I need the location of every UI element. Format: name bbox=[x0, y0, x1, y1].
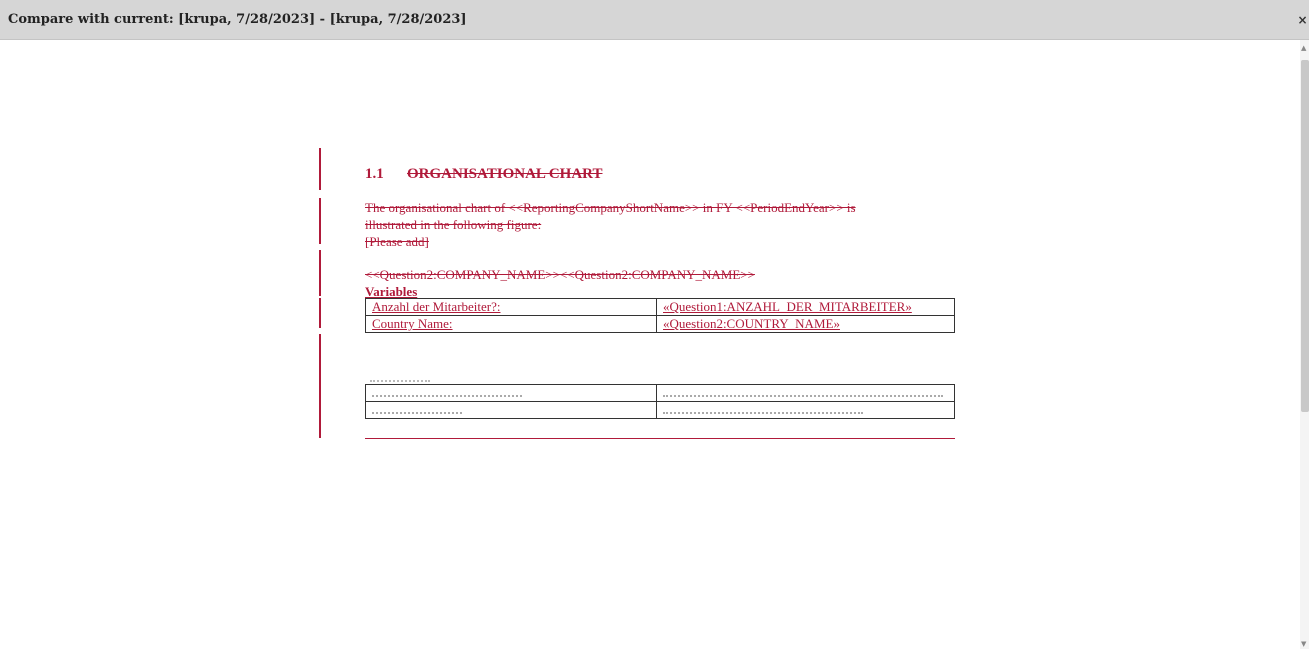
section-heading: 1.1 ORGANISATIONAL CHART bbox=[365, 166, 602, 183]
faded-cell bbox=[656, 401, 955, 419]
faded-cell bbox=[365, 401, 657, 419]
variable-label: Country Name: bbox=[365, 315, 657, 333]
deleted-paragraph-line: illustrated in the following figure: bbox=[365, 217, 542, 232]
deleted-paragraph-line: [Please add] bbox=[365, 234, 429, 249]
change-bar bbox=[319, 298, 321, 328]
faded-cell bbox=[365, 384, 657, 402]
close-icon[interactable]: × bbox=[1296, 13, 1309, 27]
change-bar bbox=[319, 250, 321, 296]
faded-label bbox=[370, 374, 430, 382]
deleted-company-line: <<Question2:COMPANY_NAME>><<Question2:CO… bbox=[365, 267, 755, 282]
deleted-paragraph-line: The organisational chart of <<ReportingC… bbox=[365, 200, 856, 215]
table-row: Country Name: «Question2:COUNTRY_NAME» bbox=[365, 315, 955, 333]
change-bar bbox=[319, 198, 321, 244]
section-end-line bbox=[365, 438, 955, 439]
faded-table bbox=[365, 384, 955, 419]
heading-text: ORGANISATIONAL CHART bbox=[407, 166, 603, 182]
dialog-titlebar: Compare with current: [krupa, 7/28/2023]… bbox=[0, 0, 1309, 40]
table-row bbox=[365, 384, 955, 402]
change-bar bbox=[319, 334, 321, 438]
scroll-down-icon[interactable]: ▼ bbox=[1301, 640, 1309, 648]
variable-value: «Question2:COUNTRY_NAME» bbox=[656, 315, 955, 333]
table-row: Anzahl der Mitarbeiter?: «Question1:ANZA… bbox=[365, 298, 955, 316]
faded-cell bbox=[656, 384, 955, 402]
scroll-up-icon[interactable]: ▲ bbox=[1301, 44, 1309, 52]
variable-value: «Question1:ANZAHL_DER_MITARBEITER» bbox=[656, 298, 955, 316]
change-bar bbox=[319, 148, 321, 190]
scrollbar-thumb[interactable] bbox=[1301, 60, 1309, 412]
variable-label: Anzahl der Mitarbeiter?: bbox=[365, 298, 657, 316]
dialog-title: Compare with current: [krupa, 7/28/2023]… bbox=[8, 12, 467, 27]
table-row bbox=[365, 401, 955, 419]
heading-number: 1.1 bbox=[365, 166, 384, 182]
variables-table: Anzahl der Mitarbeiter?: «Question1:ANZA… bbox=[365, 298, 955, 333]
